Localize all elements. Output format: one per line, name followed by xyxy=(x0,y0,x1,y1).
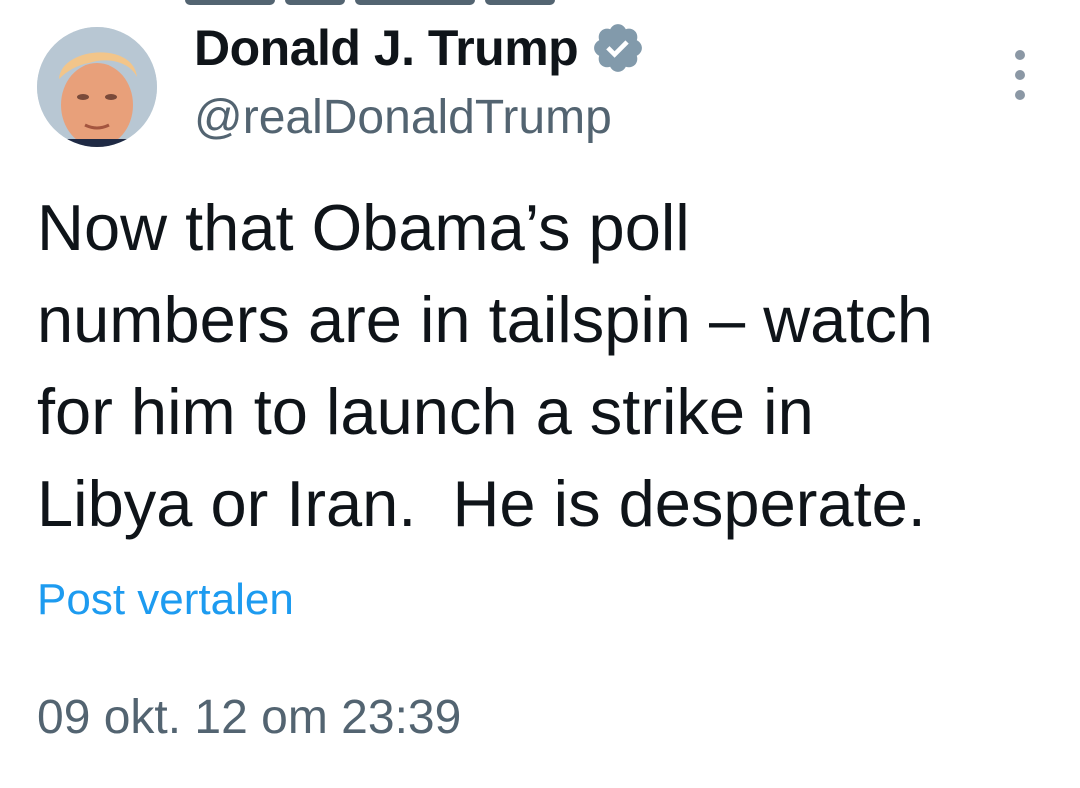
author-name-row: Donald J. Trump xyxy=(194,18,646,78)
post-text: Now that Obama’s poll numbers are in tai… xyxy=(37,191,934,540)
display-name[interactable]: Donald J. Trump xyxy=(194,19,579,77)
profile-photo-icon xyxy=(37,27,157,147)
verified-badge-icon[interactable] xyxy=(590,20,646,76)
more-options-button[interactable] xyxy=(1000,50,1040,100)
avatar[interactable] xyxy=(37,27,157,147)
translate-post-link[interactable]: Post vertalen xyxy=(37,575,294,625)
more-vertical-icon xyxy=(1015,50,1025,60)
post-timestamp[interactable]: 09 okt. 12 om 23:39 xyxy=(37,690,461,745)
previous-content-clipped xyxy=(185,0,565,8)
author-handle[interactable]: @realDonaldTrump xyxy=(194,90,612,145)
